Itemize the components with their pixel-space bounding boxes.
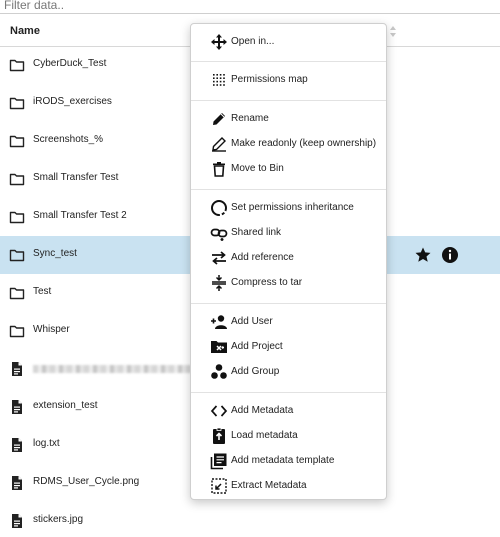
menu-item-permissions-map[interactable]: Permissions map <box>191 68 386 92</box>
menu-item-label: Load metadata <box>231 430 298 441</box>
code-icon <box>210 402 228 420</box>
menu-item-add-project[interactable]: Add Project <box>191 335 386 359</box>
row-name-label[interactable]: CyberDuck_Test <box>33 58 106 69</box>
move-arrows-icon <box>210 33 228 51</box>
menu-item-move-to-bin[interactable]: Move to Bin <box>191 157 386 181</box>
name-column-header[interactable]: Name <box>10 25 40 37</box>
menu-item-label: Move to Bin <box>231 163 284 174</box>
menu-item-shared-link[interactable]: Shared link <box>191 221 386 245</box>
folder-icon <box>9 95 25 111</box>
context-menu: Open in... Permissions map Rename Make read… <box>190 23 387 500</box>
star-icon[interactable] <box>414 246 432 264</box>
filter-input[interactable] <box>0 0 500 13</box>
menu-item-set-permissions-inheritance[interactable]: Set permissions inheritance <box>191 196 386 220</box>
row-name-label[interactable]: log.txt <box>33 438 60 449</box>
menu-item-add-metadata[interactable]: Add Metadata <box>191 399 386 423</box>
menu-item-label: Extract Metadata <box>231 480 307 491</box>
menu-item-label: Add metadata template <box>231 455 335 466</box>
file-icon <box>9 361 25 377</box>
sort-icon[interactable] <box>389 25 397 38</box>
file-icon <box>9 437 25 453</box>
menu-item-rename[interactable]: Rename <box>191 107 386 131</box>
menu-item-label: Add Metadata <box>231 405 294 416</box>
file-icon <box>9 399 25 415</box>
file-icon <box>9 513 25 529</box>
file-icon <box>9 475 25 491</box>
upload-icon <box>210 427 228 445</box>
swap-arrows-icon <box>210 249 228 267</box>
row-name-label[interactable]: stickers.jpg <box>33 514 83 525</box>
filter-bar <box>0 0 500 14</box>
link-icon <box>210 224 228 242</box>
folder-icon <box>9 285 25 301</box>
dot-grid-icon <box>210 71 228 89</box>
menu-divider <box>191 100 386 101</box>
menu-item-label: Add User <box>231 316 273 327</box>
menu-item-make-readonly-keep-ownership[interactable]: Make readonly (keep ownership) <box>191 132 386 156</box>
row-name-label[interactable]: Small Transfer Test 2 <box>33 210 127 221</box>
folder-icon <box>9 247 25 263</box>
row-name-label[interactable]: Test <box>33 286 51 297</box>
group-icon <box>210 363 228 381</box>
menu-divider <box>191 392 386 393</box>
row-name-label[interactable]: iRODS_exercises <box>33 96 112 107</box>
extract-icon <box>210 477 228 495</box>
menu-item-label: Make readonly (keep ownership) <box>231 138 377 149</box>
menu-item-label: Set permissions inheritance <box>231 202 354 213</box>
folder-icon <box>9 171 25 187</box>
info-icon[interactable] <box>441 246 459 264</box>
folder-icon <box>9 209 25 225</box>
pencil-off-icon <box>210 135 228 153</box>
menu-item-label: Rename <box>231 113 269 124</box>
menu-item-label: Add Project <box>231 341 283 352</box>
menu-item-add-metadata-template[interactable]: Add metadata template <box>191 449 386 473</box>
menu-item-add-group[interactable]: Add Group <box>191 360 386 384</box>
menu-item-add-user[interactable]: Add User <box>191 310 386 334</box>
menu-item-label: Shared link <box>231 227 282 238</box>
trash-icon <box>210 160 228 178</box>
menu-item-open-in[interactable]: Open in... <box>191 30 386 54</box>
circle-arrows-icon <box>210 199 228 217</box>
folder-icon <box>9 133 25 149</box>
menu-item-label: Add Group <box>231 366 280 377</box>
menu-item-compress-to-tar[interactable]: Compress to tar <box>191 271 386 295</box>
menu-item-label: Compress to tar <box>231 277 303 288</box>
menu-divider <box>191 303 386 304</box>
row-name-label[interactable]: RDMS_User_Cycle.png <box>33 476 139 487</box>
menu-item-load-metadata[interactable]: Load metadata <box>191 424 386 448</box>
menu-item-label: Permissions map <box>231 74 308 85</box>
folder-icon <box>9 323 25 339</box>
menu-item-extract-metadata[interactable]: Extract Metadata <box>191 474 386 498</box>
menu-item-label: Add reference <box>231 252 294 263</box>
table-row[interactable]: stickers.jpg <box>0 502 500 537</box>
compress-icon <box>210 274 228 292</box>
menu-divider <box>191 189 386 190</box>
pencil-icon <box>210 110 228 128</box>
menu-item-add-reference[interactable]: Add reference <box>191 246 386 270</box>
row-name-label[interactable]: Whisper <box>33 324 70 335</box>
row-name-label[interactable]: Screenshots_% <box>33 134 103 145</box>
template-icon <box>210 452 228 470</box>
folder-project-icon <box>210 338 228 356</box>
menu-divider <box>191 61 386 62</box>
redacted-filename <box>33 365 191 373</box>
add-user-icon <box>210 313 228 331</box>
menu-item-label: Open in... <box>231 36 275 47</box>
folder-icon <box>9 57 25 73</box>
row-name-label[interactable]: extension_test <box>33 400 98 411</box>
row-name-label[interactable]: Sync_test <box>33 248 77 259</box>
row-name-label[interactable]: Small Transfer Test <box>33 172 118 183</box>
